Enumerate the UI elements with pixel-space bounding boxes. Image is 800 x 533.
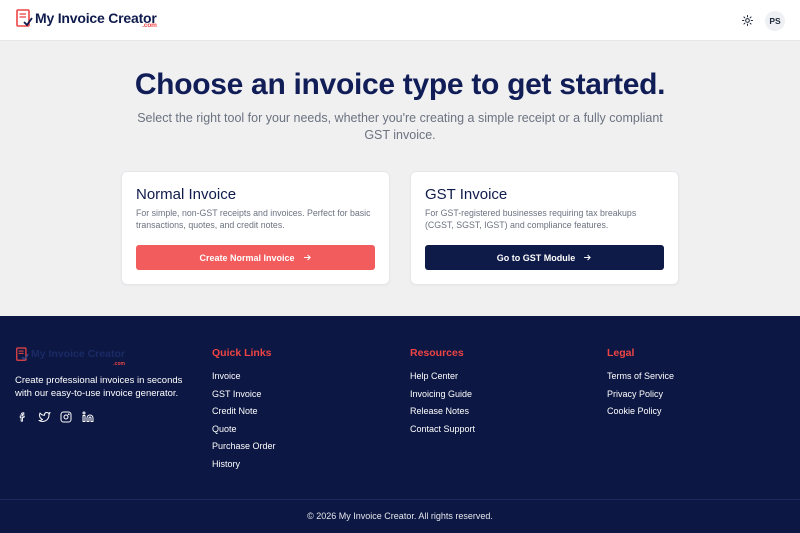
footer-link-quote[interactable]: Quote bbox=[212, 424, 276, 435]
button-label: Create Normal Invoice bbox=[199, 252, 295, 263]
footer-link-cookies[interactable]: Cookie Policy bbox=[607, 406, 674, 417]
brand-suffix: .com bbox=[142, 22, 157, 29]
invoice-logo-icon bbox=[16, 9, 33, 27]
normal-invoice-card: Normal Invoice For simple, non-GST recei… bbox=[121, 171, 390, 285]
footer-column-title: Quick Links bbox=[212, 347, 272, 359]
footer-link-credit-note[interactable]: Credit Note bbox=[212, 406, 276, 417]
footer-link-terms[interactable]: Terms of Service bbox=[607, 371, 674, 382]
footer-column-title: Resources bbox=[410, 347, 464, 359]
page-title: Choose an invoice type to get started. bbox=[134, 68, 666, 101]
footer-logo[interactable]: My Invoice Creator .com bbox=[16, 347, 125, 367]
card-title: Normal Invoice bbox=[136, 186, 237, 203]
brand-logo[interactable]: My Invoice Creator .com bbox=[16, 9, 157, 29]
linkedin-icon[interactable] bbox=[81, 410, 95, 424]
copyright-text: © 2026 My Invoice Creator. All rights re… bbox=[307, 511, 493, 521]
user-avatar[interactable]: PS bbox=[765, 11, 785, 31]
go-to-gst-module-button[interactable]: Go to GST Module bbox=[425, 245, 664, 270]
footer-column-title: Legal bbox=[607, 347, 635, 359]
theme-toggle-button[interactable] bbox=[739, 12, 756, 29]
invoice-logo-icon bbox=[16, 347, 29, 361]
footer-quick-links: Quick Links Invoice GST Invoice Credit N… bbox=[212, 347, 276, 476]
sun-icon bbox=[742, 15, 753, 26]
footer-link-invoice[interactable]: Invoice bbox=[212, 371, 276, 382]
site-footer: My Invoice Creator .com Create professio… bbox=[0, 316, 800, 533]
arrow-right-icon bbox=[303, 253, 312, 262]
footer-resources: Resources Help Center Invoicing Guide Re… bbox=[410, 347, 475, 441]
card-title: GST Invoice bbox=[425, 186, 508, 203]
footer-link-purchase-order[interactable]: Purchase Order bbox=[212, 441, 276, 452]
page-subtitle: Select the right tool for your needs, wh… bbox=[137, 111, 663, 142]
arrow-right-icon bbox=[583, 253, 592, 262]
twitter-icon[interactable] bbox=[37, 410, 51, 424]
social-links bbox=[15, 410, 103, 424]
footer-legal: Legal Terms of Service Privacy Policy Co… bbox=[607, 347, 674, 424]
brand-name-text: My Invoice Creator bbox=[35, 10, 157, 26]
footer-link-contact-support[interactable]: Contact Support bbox=[410, 424, 475, 435]
footer-brand-name-text: My Invoice Creator bbox=[31, 348, 125, 360]
create-normal-invoice-button[interactable]: Create Normal Invoice bbox=[136, 245, 375, 270]
footer-tagline: Create professional invoices in seconds … bbox=[15, 375, 183, 399]
instagram-icon[interactable] bbox=[59, 410, 73, 424]
top-header: My Invoice Creator .com PS bbox=[0, 0, 800, 41]
button-label: Go to GST Module bbox=[496, 252, 576, 263]
footer-link-privacy[interactable]: Privacy Policy bbox=[607, 389, 674, 400]
card-description: For simple, non-GST receipts and invoice… bbox=[136, 208, 371, 230]
footer-link-gst-invoice[interactable]: GST Invoice bbox=[212, 389, 276, 400]
footer-link-release-notes[interactable]: Release Notes bbox=[410, 406, 475, 417]
footer-link-invoicing-guide[interactable]: Invoicing Guide bbox=[410, 389, 475, 400]
footer-divider bbox=[0, 499, 800, 500]
facebook-icon[interactable] bbox=[15, 410, 29, 424]
card-description: For GST-registered businesses requiring … bbox=[425, 208, 637, 230]
footer-brand-suffix: .com bbox=[113, 361, 125, 367]
footer-link-history[interactable]: History bbox=[212, 459, 276, 470]
brand-name: My Invoice Creator .com bbox=[35, 9, 157, 29]
footer-brand-name: My Invoice Creator .com bbox=[31, 347, 125, 367]
gst-invoice-card: GST Invoice For GST-registered businesse… bbox=[410, 171, 679, 285]
footer-link-help-center[interactable]: Help Center bbox=[410, 371, 475, 382]
